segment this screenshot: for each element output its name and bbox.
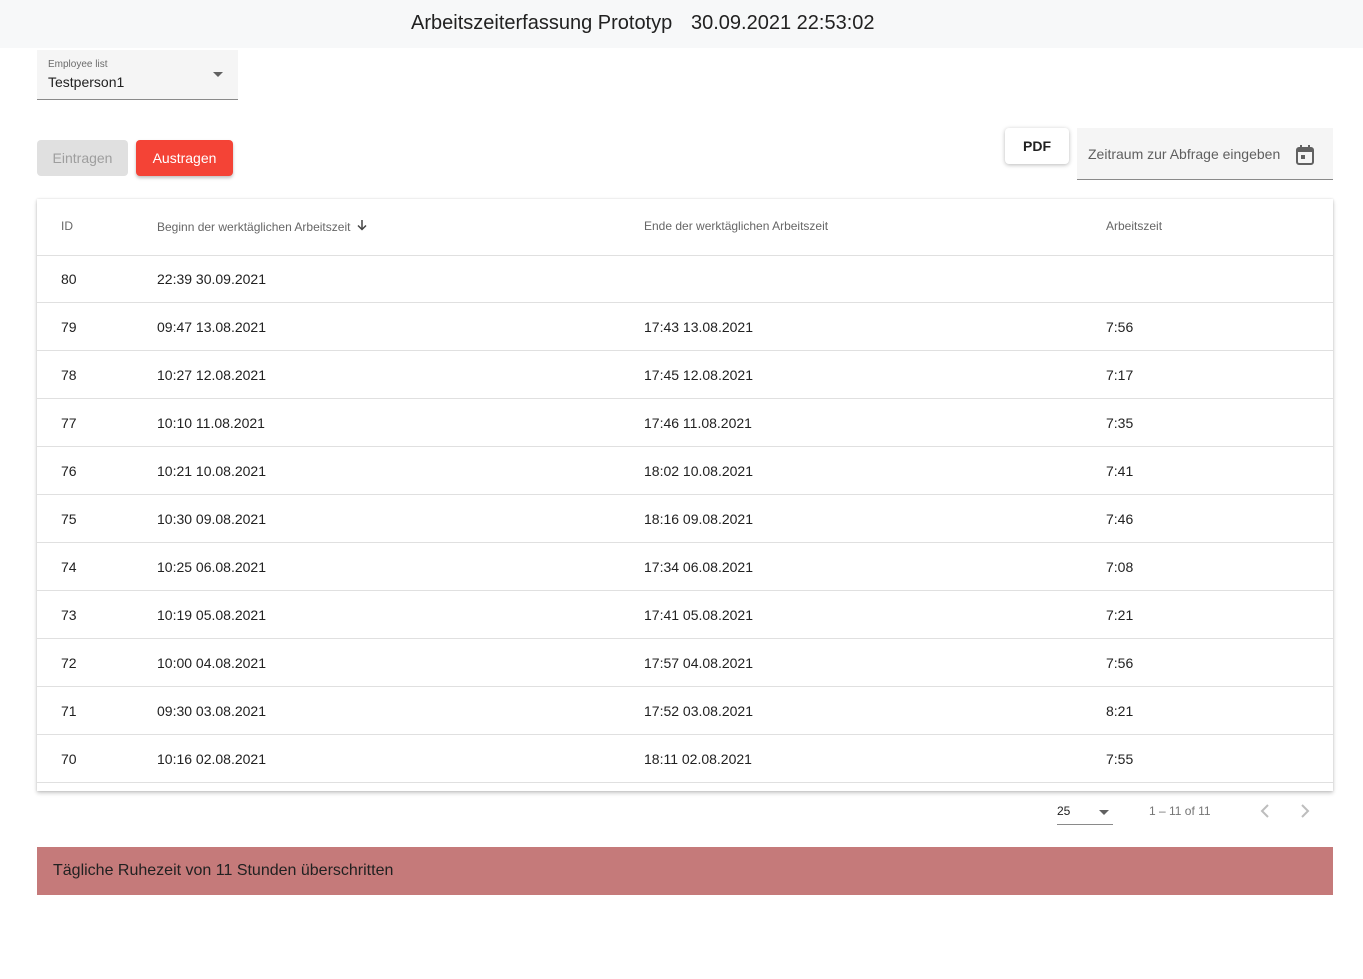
cell-end: 17:52 03.08.2021 [644,703,753,719]
eintragen-button[interactable]: Eintragen [37,140,128,176]
table-row[interactable]: 78 10:27 12.08.2021 17:45 12.08.2021 7:17 [37,351,1333,399]
app-header: Arbeitszeiterfassung Prototyp 30.09.2021… [0,0,1363,48]
cell-begin: 10:27 12.08.2021 [157,367,266,383]
page-range-label: 1 – 11 of 11 [1149,804,1211,818]
column-header-begin-label: Beginn der werktäglichen Arbeitszeit [157,219,351,234]
cell-id: 71 [61,703,77,719]
cell-id: 74 [61,559,77,575]
cell-begin: 10:00 04.08.2021 [157,655,266,671]
cell-end: 18:02 10.08.2021 [644,463,753,479]
austragen-button[interactable]: Austragen [136,140,233,176]
column-header-begin[interactable]: Beginn der werktäglichen Arbeitszeit [157,219,368,234]
cell-worktime: 7:35 [1106,415,1134,431]
chevron-down-icon [1099,810,1109,815]
cell-id: 76 [61,463,77,479]
cell-worktime: 7:08 [1106,559,1134,575]
employee-select-label: Employee list [48,59,108,70]
cell-worktime: 7:46 [1106,511,1134,527]
previous-page-button[interactable] [1253,799,1277,823]
cell-worktime: 7:56 [1106,319,1134,335]
table-row[interactable]: 76 10:21 10.08.2021 18:02 10.08.2021 7:41 [37,447,1333,495]
cell-id: 72 [61,655,77,671]
chevron-right-icon [1301,804,1310,818]
cell-worktime: 7:55 [1106,751,1134,767]
cell-begin: 10:19 05.08.2021 [157,607,266,623]
column-header-end[interactable]: Ende der werktäglichen Arbeitszeit [644,219,828,233]
chevron-left-icon [1260,804,1269,818]
cell-worktime: 7:21 [1106,607,1134,623]
cell-end: 18:16 09.08.2021 [644,511,753,527]
table-row[interactable]: 74 10:25 06.08.2021 17:34 06.08.2021 7:08 [37,543,1333,591]
cell-id: 80 [61,271,77,287]
table-row[interactable]: 71 09:30 03.08.2021 17:52 03.08.2021 8:21 [37,687,1333,735]
table-row[interactable]: 73 10:19 05.08.2021 17:41 05.08.2021 7:21 [37,591,1333,639]
time-entries-table: ID Beginn der werktäglichen Arbeitszeit … [37,199,1333,791]
cell-id: 70 [61,751,77,767]
employee-select-value: Testperson1 [48,74,125,90]
cell-begin: 09:30 03.08.2021 [157,703,266,719]
table-row[interactable]: 75 10:30 09.08.2021 18:16 09.08.2021 7:46 [37,495,1333,543]
date-range-input[interactable]: Zeitraum zur Abfrage eingeben [1077,128,1333,180]
cell-worktime: 7:41 [1106,463,1134,479]
calendar-icon[interactable] [1296,145,1314,170]
column-header-id[interactable]: ID [61,219,73,233]
cell-begin: 22:39 30.09.2021 [157,271,266,287]
cell-worktime: 8:21 [1106,703,1134,719]
cell-end: 17:46 11.08.2021 [644,415,752,431]
cell-id: 73 [61,607,77,623]
table-header: ID Beginn der werktäglichen Arbeitszeit … [37,199,1333,256]
table-row[interactable]: 77 10:10 11.08.2021 17:46 11.08.2021 7:35 [37,399,1333,447]
app-title: Arbeitszeiterfassung Prototyp [411,12,673,34]
cell-begin: 10:30 09.08.2021 [157,511,266,527]
cell-end: 18:11 02.08.2021 [644,751,752,767]
rest-time-alert: Tägliche Ruhezeit von 11 Stunden übersch… [37,847,1333,895]
date-range-placeholder: Zeitraum zur Abfrage eingeben [1088,146,1281,162]
pdf-button[interactable]: PDF [1005,128,1069,164]
paginator: 25 1 – 11 of 11 [0,795,1363,829]
cell-worktime: 7:56 [1106,655,1134,671]
cell-end: 17:41 05.08.2021 [644,607,753,623]
employee-select[interactable]: Employee list Testperson1 [37,50,238,100]
cell-end: 17:57 04.08.2021 [644,655,753,671]
cell-worktime: 7:17 [1106,367,1134,383]
dropdown-arrow-icon [213,72,223,77]
arrow-down-icon [356,219,368,234]
table-row[interactable]: 79 09:47 13.08.2021 17:43 13.08.2021 7:56 [37,303,1333,351]
table-row[interactable]: 80 22:39 30.09.2021 [37,255,1333,303]
cell-begin: 10:16 02.08.2021 [157,751,266,767]
next-page-button[interactable] [1293,799,1317,823]
cell-id: 79 [61,319,77,335]
current-datetime: 30.09.2021 22:53:02 [691,12,875,34]
table-row[interactable]: 70 10:16 02.08.2021 18:11 02.08.2021 7:55 [37,735,1333,783]
cell-end: 17:34 06.08.2021 [644,559,753,575]
cell-id: 77 [61,415,77,431]
cell-begin: 10:21 10.08.2021 [157,463,266,479]
column-header-worktime[interactable]: Arbeitszeit [1106,219,1162,233]
table-row[interactable]: 72 10:00 04.08.2021 17:57 04.08.2021 7:56 [37,639,1333,687]
page-size-value: 25 [1057,804,1071,818]
cell-end: 17:43 13.08.2021 [644,319,753,335]
cell-id: 78 [61,367,77,383]
cell-begin: 10:10 11.08.2021 [157,415,265,431]
alert-message: Tägliche Ruhezeit von 11 Stunden übersch… [53,862,394,879]
page-size-select[interactable]: 25 [1057,804,1113,825]
cell-id: 75 [61,511,77,527]
cell-end: 17:45 12.08.2021 [644,367,753,383]
cell-begin: 10:25 06.08.2021 [157,559,266,575]
cell-begin: 09:47 13.08.2021 [157,319,266,335]
